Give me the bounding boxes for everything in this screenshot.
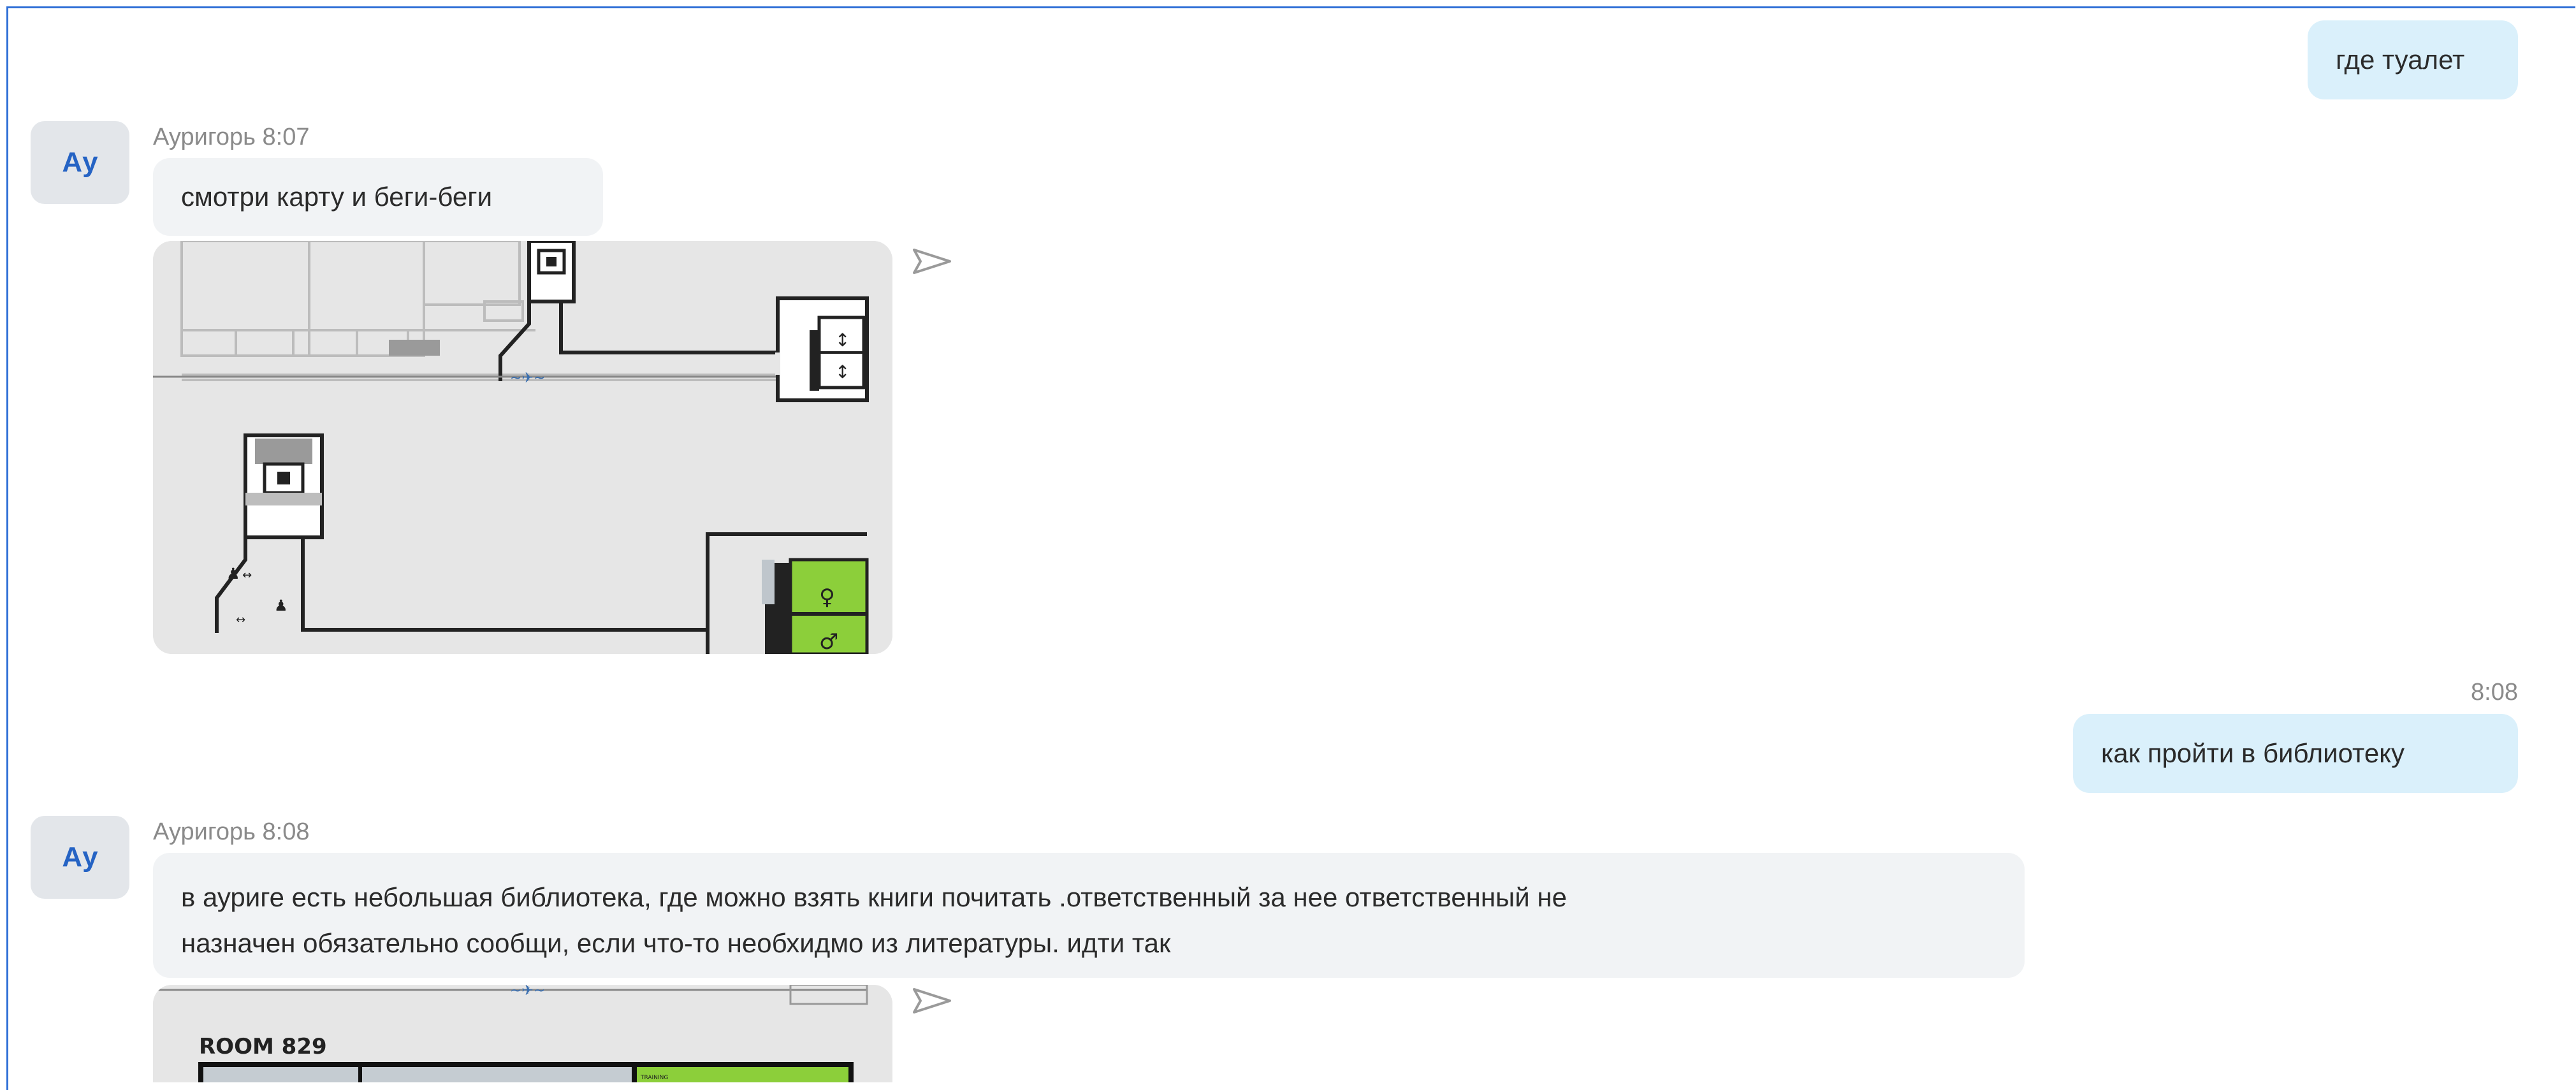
avatar[interactable]: Ау: [31, 121, 129, 204]
svg-text:↔: ↔: [242, 569, 252, 582]
avatar-initials: Ау: [62, 841, 98, 873]
message-text: как пройти в библиотеку: [2101, 738, 2405, 768]
floor-plan-drawing: ~✈~ ↕ ↕ ♟ ♟ ↔ ↔ ♀ ♂: [153, 241, 892, 654]
author-name: Ауригорь: [153, 818, 256, 845]
message-text: где туалет: [2336, 45, 2465, 75]
paper-plane-icon[interactable]: [912, 987, 952, 1015]
svg-text:↕: ↕: [835, 330, 850, 351]
message-time: 8:07: [262, 124, 310, 150]
floor-plan-drawing: ~✈~ ROOM 829 TRAINING: [153, 985, 892, 1082]
message-text-line: назначен обязательно сообщи, если что-то…: [181, 928, 1171, 958]
paper-plane-icon[interactable]: [912, 247, 952, 275]
map-image[interactable]: ~✈~ ROOM 829 TRAINING: [153, 985, 892, 1082]
message-text: смотри карту и беги-беги: [181, 182, 493, 212]
svg-text:~✈~: ~✈~: [510, 370, 545, 386]
svg-text:~✈~: ~✈~: [510, 985, 545, 999]
message-time: 8:08: [2471, 679, 2518, 706]
svg-text:↔: ↔: [236, 613, 245, 627]
message-meta: Ауригорь 8:07: [153, 124, 309, 151]
author-name: Ауригорь: [153, 124, 256, 150]
incoming-message[interactable]: смотри карту и беги-беги: [153, 158, 603, 236]
message-text-line: в ауриге есть небольшая библиотека, где …: [181, 882, 1567, 912]
svg-text:♟: ♟: [226, 565, 240, 583]
message-time: 8:08: [262, 818, 310, 845]
incoming-message[interactable]: в ауриге есть небольшая библиотека, где …: [153, 853, 2025, 978]
message-meta: Ауригорь 8:08: [153, 818, 309, 846]
outgoing-message[interactable]: где туалет: [2308, 20, 2518, 99]
svg-text:♂: ♂: [819, 629, 838, 654]
svg-text:↕: ↕: [835, 361, 850, 382]
training-label: TRAINING: [640, 1075, 668, 1081]
avatar[interactable]: Ау: [31, 816, 129, 899]
svg-text:♟: ♟: [274, 597, 288, 614]
svg-text:♀: ♀: [819, 585, 835, 610]
room-label: ROOM 829: [199, 1034, 327, 1059]
outgoing-message[interactable]: как пройти в библиотеку: [2073, 714, 2518, 793]
avatar-initials: Ау: [62, 147, 98, 178]
map-image[interactable]: ~✈~ ↕ ↕ ♟ ♟ ↔ ↔ ♀ ♂: [153, 241, 892, 654]
